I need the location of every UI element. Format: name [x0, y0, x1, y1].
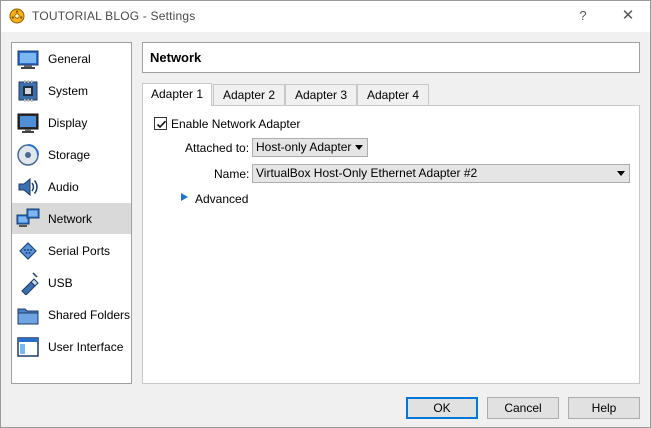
serial-ports-icon [19, 241, 37, 260]
system-icon [18, 79, 38, 102]
sidebar-item-usb[interactable]: USB [12, 267, 131, 298]
sidebar-item-label: Shared Folders [48, 307, 131, 322]
page-header: Network [142, 42, 640, 73]
adapter-name-value: VirtualBox Host-Only Ethernet Adapter #2 [256, 166, 478, 180]
storage-icon [17, 143, 39, 166]
settings-window: TOUTORIAL BLOG - Settings ? ✕ General Sy… [0, 0, 651, 428]
checkmark-icon [156, 120, 167, 129]
display-icon [17, 113, 39, 133]
audio-icon [18, 177, 38, 196]
window-title: TOUTORIAL BLOG - Settings [32, 9, 196, 23]
sidebar-item-label: System [48, 83, 89, 98]
usb-icon [21, 271, 39, 295]
tab-adapter-4[interactable]: Adapter 4 [357, 84, 429, 105]
sidebar-item-label: General [48, 51, 91, 66]
cancel-button[interactable]: Cancel [487, 397, 559, 419]
chevron-down-icon [617, 171, 625, 176]
ok-button[interactable]: OK [406, 397, 478, 419]
sidebar-item-label: Audio [48, 179, 79, 194]
title-help-button[interactable]: ? [569, 5, 597, 27]
settings-sidebar: General System Display Storage Audio Net… [11, 42, 132, 384]
attached-to-label: Attached to: [185, 141, 250, 155]
adapter-name-select[interactable]: VirtualBox Host-Only Ethernet Adapter #2 [252, 164, 630, 183]
title-bar: TOUTORIAL BLOG - Settings ? ✕ [1, 1, 650, 32]
sidebar-item-label: Serial Ports [48, 243, 111, 258]
tab-adapter-3[interactable]: Adapter 3 [285, 84, 357, 105]
network-icon [16, 208, 40, 227]
tab-adapter-2[interactable]: Adapter 2 [213, 84, 285, 105]
sidebar-item-storage[interactable]: Storage [12, 139, 131, 170]
tab-adapter-1[interactable]: Adapter 1 [142, 83, 212, 106]
help-button[interactable]: Help [568, 397, 640, 419]
adapter-tabs: Adapter 1 Adapter 2 Adapter 3 Adapter 4 [142, 83, 640, 106]
sidebar-item-shared-folders[interactable]: Shared Folders [12, 299, 131, 330]
sidebar-item-label: Storage [48, 147, 91, 162]
general-icon [17, 50, 39, 69]
attached-to-select[interactable]: Host-only Adapter [252, 138, 368, 157]
attached-to-value: Host-only Adapter [256, 140, 352, 154]
page-title: Network [150, 50, 202, 65]
advanced-toggle[interactable]: Advanced [195, 192, 248, 206]
sidebar-item-label: Network [48, 211, 93, 226]
sidebar-item-display[interactable]: Display [12, 107, 131, 138]
shared-folders-icon [17, 308, 39, 324]
sidebar-item-system[interactable]: System [12, 75, 131, 106]
sidebar-item-network[interactable]: Network [12, 203, 131, 234]
sidebar-item-user-interface[interactable]: User Interface [12, 331, 131, 362]
adapter-panel: Enable Network Adapter Attached to: Host… [142, 105, 640, 384]
user-interface-icon [17, 336, 39, 357]
chevron-down-icon [355, 145, 363, 150]
close-button[interactable]: ✕ [614, 5, 642, 27]
enable-adapter-checkbox[interactable] [154, 117, 167, 130]
sidebar-item-label: User Interface [48, 339, 124, 354]
sidebar-item-audio[interactable]: Audio [12, 171, 131, 202]
sidebar-item-label: Display [48, 115, 88, 130]
sidebar-item-serial-ports[interactable]: Serial Ports [12, 235, 131, 266]
sidebar-item-general[interactable]: General [12, 43, 131, 74]
enable-adapter-label[interactable]: Enable Network Adapter [171, 117, 300, 131]
sidebar-item-label: USB [48, 275, 73, 290]
expand-arrow-icon[interactable] [181, 193, 188, 201]
virtualbox-app-icon [9, 8, 25, 24]
name-label: Name: [214, 167, 250, 181]
